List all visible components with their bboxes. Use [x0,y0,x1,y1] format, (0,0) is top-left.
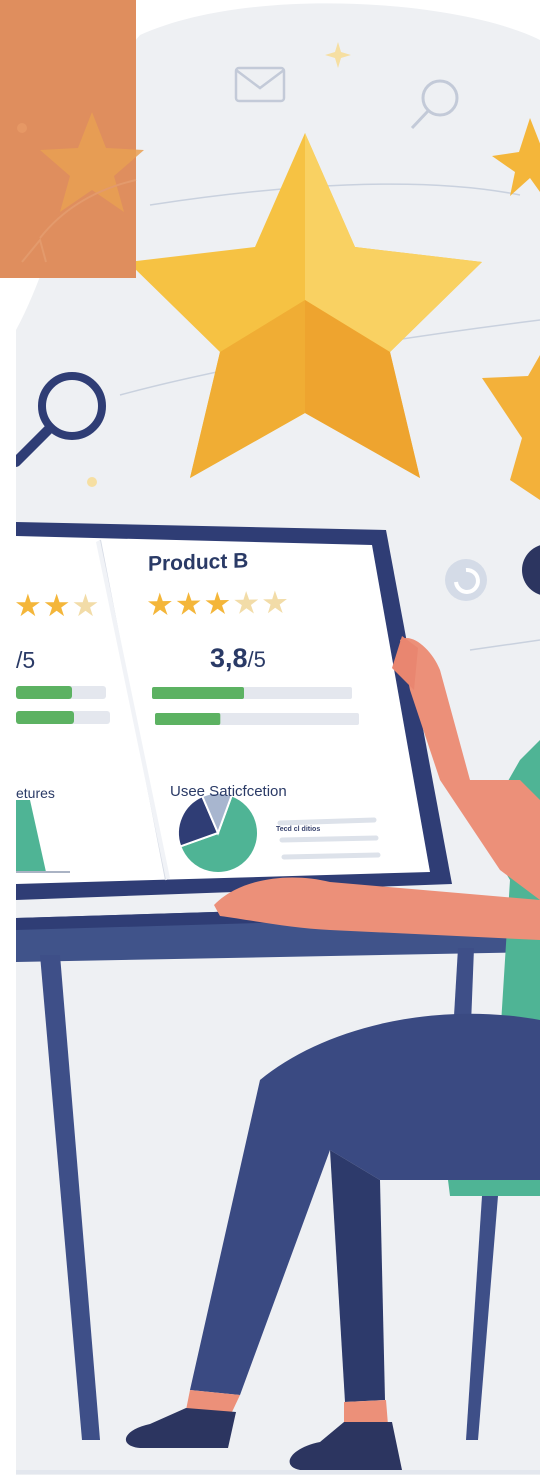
product-b-score-suffix: /5 [247,647,266,672]
product-b-title: Product B [148,549,249,576]
pie-legend-label: Tecd cl ditios [276,826,321,833]
satisfaction-pie [177,792,259,874]
rating-star-icon: ★ [174,586,204,622]
product-b-score-value: 3,8 [210,643,248,673]
rating-star-icon: ★ [260,584,291,621]
product-b-star-rating: ★★★★★ [145,584,291,623]
rating-star-icon: ★ [232,585,262,621]
product-a-star-rating: ★★★ [14,588,101,623]
rating-star-icon: ★ [203,585,233,622]
product-a-features-label: etures [16,785,55,801]
illustration: Product B ★★★★★ 3,8/5 Usee Saticfcetion … [0,0,540,1475]
rating-star-icon: ★ [145,586,176,623]
product-a-score-suffix: /5 [16,647,36,673]
scene-graphic [0,0,540,1475]
refresh-icon [445,559,487,601]
product-b-satisfaction-label: Usee Saticfcetion [170,783,287,800]
orange-overlay [0,0,144,278]
product-b-score: 3,8/5 [210,643,266,674]
envelope-icon [234,66,286,103]
sparkle-dot [87,477,97,487]
